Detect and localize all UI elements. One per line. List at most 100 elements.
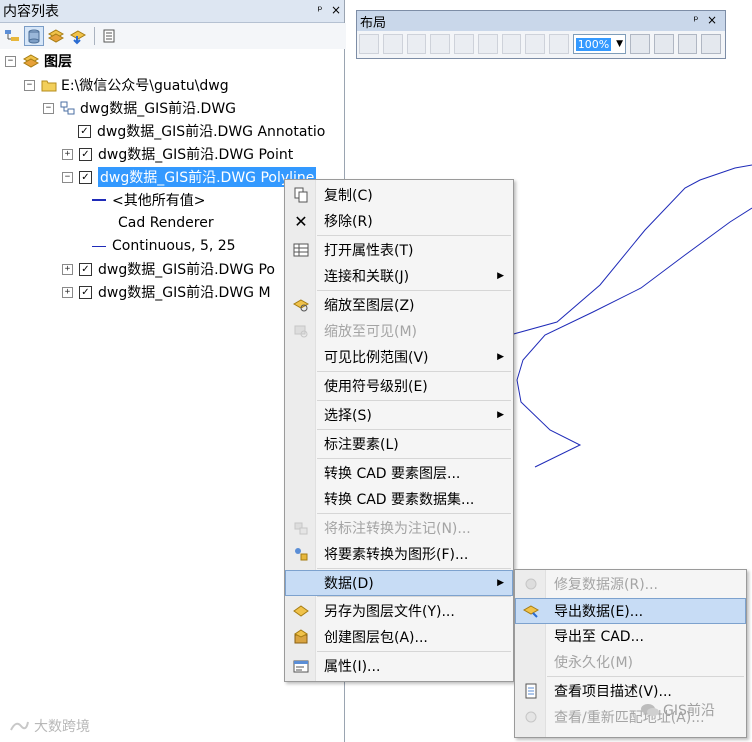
menu-separator xyxy=(547,676,744,677)
watermark-right: GIS前沿 xyxy=(640,700,715,720)
collapse-icon[interactable]: − xyxy=(24,79,35,91)
menu-item-open-attribute-table[interactable]: 打开属性表(T) xyxy=(286,238,512,262)
legend-heading: Cad Renderer xyxy=(118,215,214,231)
pin-icon[interactable]: ᵖ xyxy=(689,12,703,28)
tree-row-polygon-layer[interactable]: + ✓ dwg数据_GIS前沿.DWG Po xyxy=(62,258,275,280)
zoom-percent-dropdown[interactable]: 100% ▼ xyxy=(572,34,627,54)
menu-item-export-to-cad[interactable]: 导出至 CAD... xyxy=(516,624,745,648)
menu-separator xyxy=(317,458,511,459)
expand-icon[interactable]: + xyxy=(62,286,73,298)
menu-item-copy[interactable]: 复制(C) xyxy=(286,183,512,207)
menu-item-convert-to-graphics[interactable]: 将要素转换为图形(F)... xyxy=(286,542,512,566)
list-by-drawing-order-icon[interactable] xyxy=(2,26,22,46)
menu-item-remove[interactable]: ✕ 移除(R) xyxy=(286,209,512,233)
collapse-icon[interactable]: − xyxy=(5,55,16,67)
list-by-selection-icon[interactable] xyxy=(68,26,88,46)
fixed-zoom-in-icon[interactable] xyxy=(477,34,498,54)
wechat-icon xyxy=(641,704,659,716)
list-by-source-icon[interactable] xyxy=(24,26,44,46)
pin-icon[interactable]: ᵖ xyxy=(313,2,327,18)
menu-item-convert-labels-to-annotation: 将标注转换为注记(N)... xyxy=(286,516,512,540)
layer-label: dwg数据_GIS前沿.DWG Po xyxy=(98,262,275,278)
menu-item-zoom-to-layer[interactable]: 缩放至图层(Z) xyxy=(286,293,512,317)
list-by-visibility-icon[interactable] xyxy=(46,26,66,46)
zoom-to-layer-icon xyxy=(292,296,310,314)
tree-row-folder[interactable]: − E:\微信公众号\guatu\dwg xyxy=(24,74,229,96)
layer-visibility-checkbox[interactable]: ✓ xyxy=(78,124,91,138)
menu-item-zoom-to-visible: 缩放至可见(M) xyxy=(286,319,512,343)
legend-label: Continuous, 5, 25 xyxy=(112,238,236,254)
menu-item-export-data[interactable]: 导出数据(E)... xyxy=(515,598,746,624)
options-icon[interactable] xyxy=(99,26,119,46)
menu-item-data[interactable]: 数据(D) ▶ xyxy=(285,570,513,596)
fixed-zoom-out-icon[interactable] xyxy=(501,34,522,54)
item-description-icon xyxy=(522,682,540,700)
toggle-draft-mode-icon[interactable] xyxy=(630,34,650,54)
menu-separator xyxy=(317,290,511,291)
zoom-100-icon[interactable] xyxy=(454,34,474,54)
convert-labels-icon xyxy=(292,519,310,537)
menu-item-convert-cad-layer[interactable]: 转换 CAD 要素图层... xyxy=(286,461,512,485)
data-driven-pages-icon[interactable] xyxy=(701,34,722,54)
tree-row-dataset[interactable]: − dwg数据_GIS前沿.DWG xyxy=(43,97,236,119)
menu-separator xyxy=(317,513,511,514)
legend-row-renderer: Cad Renderer xyxy=(118,212,214,234)
menu-item-properties[interactable]: 属性(I)... xyxy=(286,654,512,678)
menu-item-save-as-layer-file[interactable]: 另存为图层文件(Y)... xyxy=(286,599,512,623)
close-icon[interactable]: × xyxy=(329,2,343,18)
tree-row-annotation-layer[interactable]: ✓ dwg数据_GIS前沿.DWG Annotatio xyxy=(78,120,325,142)
table-icon xyxy=(292,241,310,259)
tree-row-layers[interactable]: − 图层 xyxy=(5,50,72,72)
line-symbol-icon xyxy=(92,245,106,247)
layer-visibility-checkbox[interactable]: ✓ xyxy=(79,285,92,299)
pan-icon[interactable] xyxy=(406,34,427,54)
zoom-in-icon[interactable] xyxy=(359,34,379,54)
menu-item-symbol-levels[interactable]: 使用符号级别(E) xyxy=(286,374,512,398)
layer-label: dwg数据_GIS前沿.DWG Annotatio xyxy=(97,124,326,140)
tree-root-label: 图层 xyxy=(44,54,72,70)
expand-icon[interactable]: + xyxy=(62,148,73,160)
submenu-arrow-icon: ▶ xyxy=(497,271,504,281)
menu-item-joins-relates[interactable]: 连接和关联(J) ▶ xyxy=(286,264,512,288)
layer-file-icon xyxy=(292,602,310,620)
polyline-feature xyxy=(499,164,752,346)
collapse-icon[interactable]: − xyxy=(62,171,73,183)
export-data-icon xyxy=(522,602,540,620)
polyline-feature xyxy=(516,207,752,468)
submenu-arrow-icon: ▶ xyxy=(497,410,504,420)
tree-row-point-layer[interactable]: + ✓ dwg数据_GIS前沿.DWG Point xyxy=(62,143,293,165)
menu-item-convert-cad-dataset[interactable]: 转换 CAD 要素数据集... xyxy=(286,487,512,511)
expand-icon[interactable]: + xyxy=(62,263,73,275)
tree-row-multipatch-layer[interactable]: + ✓ dwg数据_GIS前沿.DWG M xyxy=(62,281,271,303)
layer-visibility-checkbox[interactable]: ✓ xyxy=(79,147,92,161)
collapse-icon[interactable]: − xyxy=(43,102,54,114)
menu-item-selection[interactable]: 选择(S) ▶ xyxy=(286,403,512,427)
line-symbol-icon xyxy=(92,199,106,201)
menu-item-visible-scale-range[interactable]: 可见比例范围(V) ▶ xyxy=(286,345,512,369)
layer-visibility-checkbox[interactable]: ✓ xyxy=(79,262,92,276)
layers-icon xyxy=(22,54,40,68)
change-layout-icon[interactable] xyxy=(677,34,698,54)
zoom-whole-page-icon[interactable] xyxy=(430,34,450,54)
menu-item-create-layer-package[interactable]: 创建图层包(A)... xyxy=(286,625,512,649)
dataset-label: dwg数据_GIS前沿.DWG xyxy=(80,101,237,117)
menu-item-repair-data-source: 修复数据源(R)... xyxy=(516,572,745,596)
chevron-down-icon[interactable]: ▼ xyxy=(616,39,625,49)
menu-separator xyxy=(317,371,511,372)
zoom-out-icon[interactable] xyxy=(382,34,403,54)
focus-data-frame-icon[interactable] xyxy=(653,34,674,54)
layout-tools: 100% ▼ xyxy=(357,31,725,57)
folder-path-label: E:\微信公众号\guatu\dwg xyxy=(61,78,229,94)
tree-row-polyline-layer[interactable]: − ✓ dwg数据_GIS前沿.DWG Polyline xyxy=(62,166,317,188)
menu-item-label-features[interactable]: 标注要素(L) xyxy=(286,432,512,456)
close-icon[interactable]: × xyxy=(705,12,719,28)
repair-source-icon xyxy=(522,575,540,593)
remove-icon: ✕ xyxy=(294,211,308,231)
layout-title-bar[interactable]: 布局 ᵖ × xyxy=(357,11,725,31)
forward-extent-icon[interactable] xyxy=(549,34,569,54)
back-extent-icon[interactable] xyxy=(525,34,545,54)
folder-icon xyxy=(41,80,57,92)
layer-visibility-checkbox[interactable]: ✓ xyxy=(79,170,92,184)
menu-separator xyxy=(317,596,511,597)
convert-graphics-icon xyxy=(292,545,310,563)
